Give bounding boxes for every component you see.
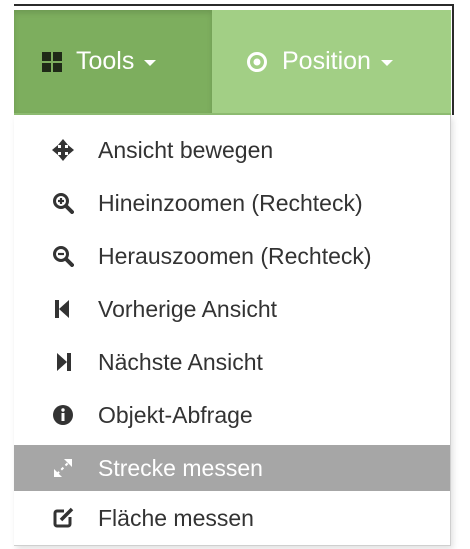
menu-item-flaeche-messen[interactable]: Fläche messen	[14, 495, 450, 541]
step-forward-icon	[57, 353, 71, 371]
navbar: Tools Position	[14, 10, 451, 115]
menu-item-label: Fläche messen	[98, 505, 254, 531]
move-arrows-icon	[52, 139, 74, 161]
menu-item-label: Strecke messen	[98, 455, 263, 481]
position-dropdown-toggle[interactable]: Position	[212, 10, 451, 113]
edit-square-icon	[53, 507, 74, 528]
grid-icon	[42, 51, 62, 72]
caret-down-icon	[380, 60, 393, 66]
menu-item-vorherige-ansicht[interactable]: Vorherige Ansicht	[14, 286, 450, 332]
tools-dropdown-toggle[interactable]: Tools	[14, 10, 212, 113]
right-border-line	[452, 4, 454, 115]
top-border-line	[14, 4, 454, 6]
menu-item-objekt-abfrage[interactable]: Objekt-Abfrage	[14, 392, 450, 438]
step-backward-icon	[55, 300, 69, 318]
zoom-out-icon	[53, 246, 74, 267]
caret-down-icon	[144, 60, 157, 66]
tools-dropdown-menu: Ansicht bewegen Hineinzoomen (Rechteck) …	[14, 115, 451, 546]
position-label: Position	[282, 47, 371, 75]
menu-item-label: Herauszoomen (Rechteck)	[98, 243, 372, 269]
dot-circle-icon	[247, 51, 267, 72]
menu-item-label: Objekt-Abfrage	[98, 402, 253, 428]
menu-item-label: Hineinzoomen (Rechteck)	[98, 190, 363, 216]
menu-item-hineinzoomen[interactable]: Hineinzoomen (Rechteck)	[14, 180, 450, 226]
menu-item-naechste-ansicht[interactable]: Nächste Ansicht	[14, 339, 450, 385]
info-circle-icon	[53, 405, 73, 425]
resize-diagonal-icon	[54, 459, 72, 477]
menu-item-label: Vorherige Ansicht	[98, 296, 278, 322]
menu-item-herauszoomen[interactable]: Herauszoomen (Rechteck)	[14, 233, 450, 279]
menu-item-strecke-messen[interactable]: Strecke messen	[14, 445, 450, 491]
tools-label: Tools	[76, 47, 135, 75]
menu-item-ansicht-bewegen[interactable]: Ansicht bewegen	[14, 127, 450, 173]
menu-item-label: Ansicht bewegen	[98, 137, 274, 163]
menu-item-label: Nächste Ansicht	[98, 349, 263, 375]
zoom-in-icon	[53, 193, 74, 214]
